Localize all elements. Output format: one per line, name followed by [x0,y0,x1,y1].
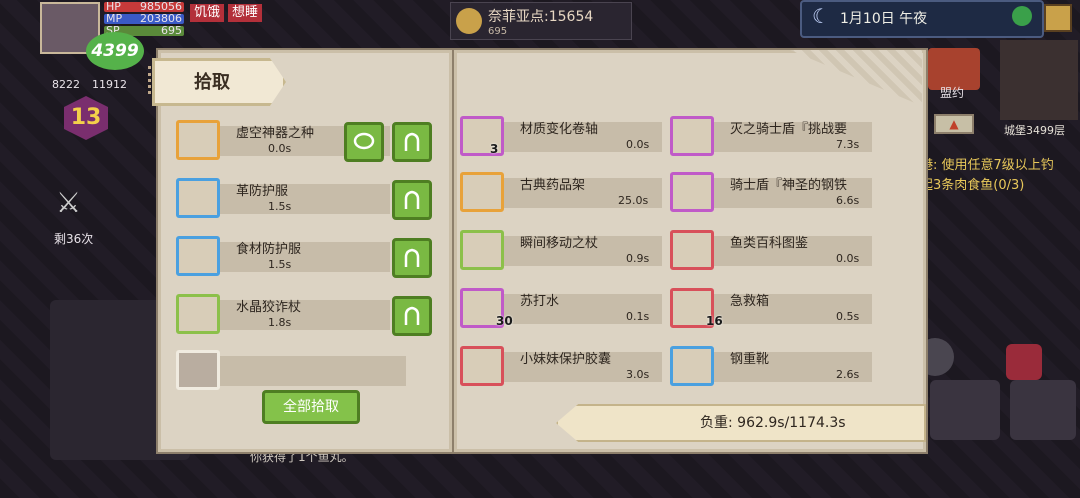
pickup-button[interactable] [392,296,432,336]
item-weight: 0.0s [626,138,650,151]
quest-line-2: 起3条肉食鱼(0/3) [920,178,1025,193]
moon-icon: ☾ [812,4,830,28]
holy-shield-icon [670,172,714,212]
binder-rings-icon [148,66,165,94]
examine-button[interactable] [344,122,384,162]
weight-text: 负重: 962.9s/1174.3s [700,415,846,431]
alliance-label: 盟约 [940,86,965,100]
teleport-staff-icon [460,230,504,270]
item-quantity: 3 [490,142,499,156]
item-name: 瞬间移动之杖 [520,236,599,251]
inventory-item[interactable]: 骑士盾『神圣的钢铁 6.6s [670,172,872,212]
speech-bubble-icon [353,132,375,150]
map-floor-label: 城堡3499层 [1004,124,1065,137]
item-quantity: 16 [706,314,723,328]
item-name: 材质变化卷轴 [520,122,599,137]
item-weight: 1.5s [268,258,292,271]
inventory-item[interactable]: 瞬间移动之杖 0.9s [460,230,662,270]
knight-shield-icon [670,116,714,156]
quest-line-1: 港: 使用任意7级以上钓 [920,158,1054,173]
item-weight: 0.0s [268,142,292,155]
pickup-item[interactable]: 食材防护服 1.5s [176,236,390,276]
empty-slot [176,350,406,390]
inventory-item[interactable]: 灭之骑士盾『挑战要 7.3s [670,116,872,156]
network-icon [1012,6,1032,26]
pickup-title: 拾取 [194,72,230,93]
inventory-item[interactable]: 古典药品架 25.0s [460,172,662,212]
nefia-points: 奈菲亚点:15654 [488,9,594,25]
inventory-item[interactable]: 16 急救箱 0.5s [670,288,872,328]
item-name: 骑士盾『神圣的钢铁 [730,178,848,193]
minimap[interactable] [1000,40,1078,120]
item-name: 革防护服 [236,184,289,199]
item-weight: 3.0s [626,368,650,381]
item-name: 小妹妹保护胶囊 [520,352,612,367]
stat-value-2: 11912 [92,78,127,91]
chevron-up-icon[interactable]: ▲ [934,114,974,134]
quest-tracker[interactable]: 港: 使用任意7级以上钓 起3条肉食鱼(0/3) [920,156,1054,196]
leather-armor-icon [176,178,220,218]
item-weight: 25.0s [618,194,649,207]
fish-encyclopedia-icon [670,230,714,270]
hp-bar: HP 985056 [104,0,184,13]
fire-icon[interactable] [1006,344,1042,380]
item-name: 钢重靴 [730,352,770,367]
item-name: 古典药品架 [520,178,586,193]
hand-icon [404,132,420,151]
item-weight: 0.1s [626,310,650,323]
item-weight: 1.8s [268,316,292,329]
crystal-staff-icon [176,294,220,334]
exit-icon[interactable] [1044,4,1072,32]
coin-counter: 4399 [86,32,144,70]
pickup-button[interactable] [392,238,432,278]
item-name: 急救箱 [730,294,770,309]
item-name: 鱼类百科图鉴 [730,236,809,251]
attack-button[interactable] [930,380,1000,440]
medicine-shelf-icon [460,172,504,212]
item-weight: 0.5s [836,310,860,323]
item-weight: 1.5s [268,200,292,213]
item-quantity: 30 [496,314,513,328]
kills-remaining: 剩36次 [54,232,94,246]
capsule-icon [460,346,504,386]
void-artifact-seed-icon [176,120,220,160]
crossed-swords-icon: ⚔ [56,186,82,219]
bow-button[interactable] [1010,380,1076,440]
food-armor-icon [176,236,220,276]
item-weight: 2.6s [836,368,860,381]
inventory-item[interactable]: 鱼类百科图鉴 0.0s [670,230,872,270]
hand-icon [404,190,420,209]
status-sleepy-badge: 想睡 [228,4,263,22]
inventory-item[interactable]: 钢重靴 2.6s [670,346,872,386]
item-name: 虚空神器之种 [236,126,315,141]
inventory-item[interactable]: 3 材质变化卷轴 0.0s [460,116,662,156]
pickup-item[interactable]: 水晶狡诈杖 1.8s [176,294,390,334]
gold-sub-value: 695 [488,26,508,37]
date-time: 1月10日 午夜 [840,11,928,27]
item-name: 灭之骑士盾『挑战要 [730,122,848,137]
mp-bar: MP 203806 [104,12,184,25]
heavy-boots-icon [670,346,714,386]
pick-all-button[interactable]: 全部拾取 [262,390,360,424]
pickup-button[interactable] [392,122,432,162]
item-name: 食材防护服 [236,242,302,257]
pickup-item[interactable]: 革防护服 1.5s [176,178,390,218]
item-name: 水晶狡诈杖 [236,300,302,315]
pickup-button[interactable] [392,180,432,220]
hand-icon [404,248,420,267]
item-weight: 0.9s [626,252,650,265]
item-weight: 6.6s [836,194,860,207]
stat-value-1: 8222 [52,78,80,91]
sp-value: 695 [161,24,182,37]
item-weight: 7.3s [836,138,860,151]
hand-icon [404,306,420,325]
nefia-coin-icon [456,8,482,34]
inventory-item[interactable]: 小妹妹保护胶囊 3.0s [460,346,662,386]
item-name: 苏打水 [520,294,560,309]
item-weight: 0.0s [836,252,860,265]
status-hungry-badge: 饥饿 [190,4,225,22]
inventory-item[interactable]: 30 苏打水 0.1s [460,288,662,328]
